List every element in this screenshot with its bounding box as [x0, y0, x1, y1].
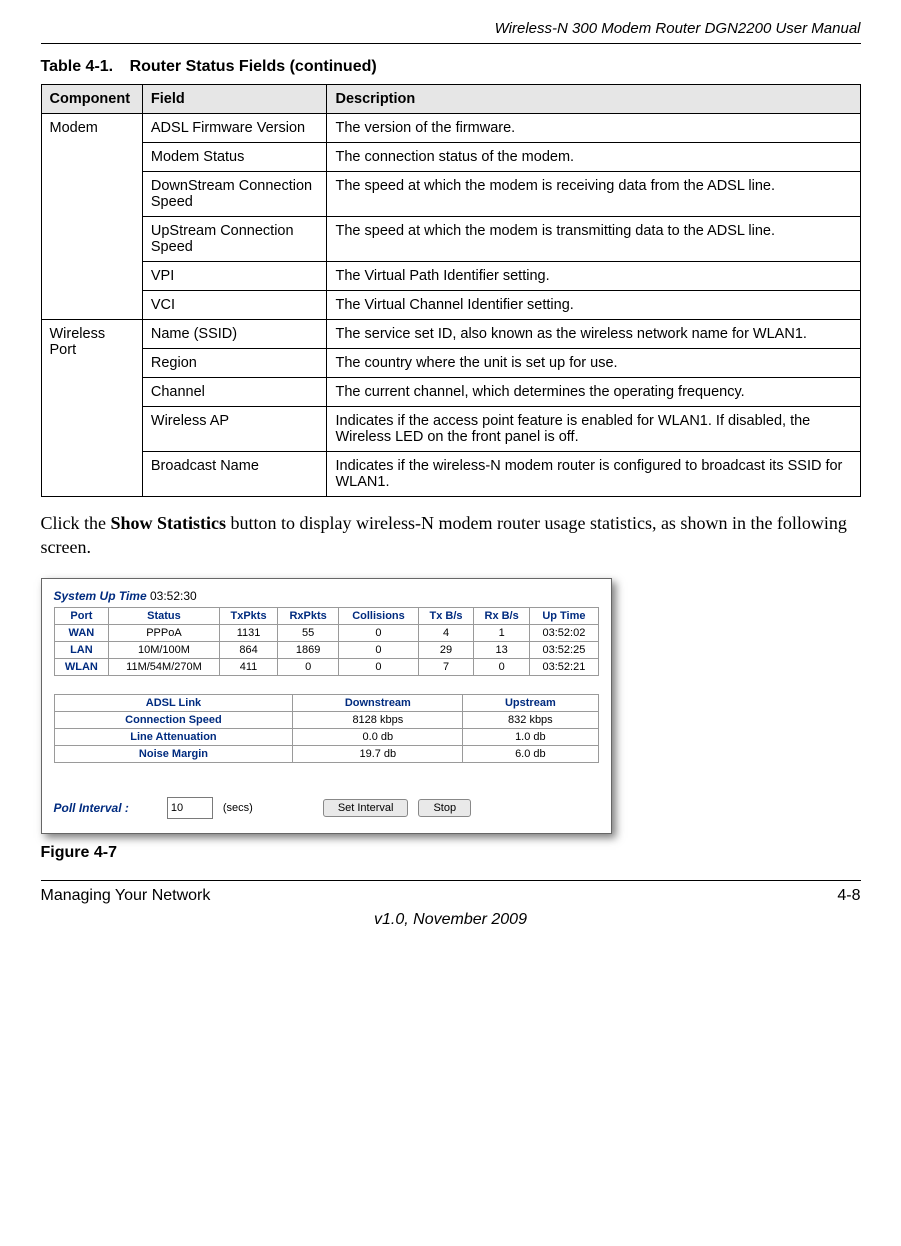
col-component: Component [41, 85, 142, 114]
field: Wireless AP [142, 407, 327, 452]
footer-version: v1.0, November 2009 [41, 911, 861, 929]
h-rxbs: Rx B/s [473, 607, 529, 624]
h-downstream: Downstream [293, 694, 463, 711]
col-description: Description [327, 85, 860, 114]
field: Name (SSID) [142, 320, 327, 349]
h-upstream: Upstream [463, 694, 598, 711]
h-port: Port [54, 607, 109, 624]
desc: The speed at which the modem is receivin… [327, 172, 860, 217]
field: Broadcast Name [142, 452, 327, 497]
statistics-panel: System Up Time 03:52:30 Port Status TxPk… [41, 578, 612, 834]
h-rxpkts: RxPkts [278, 607, 338, 624]
desc: The country where the unit is set up for… [327, 349, 860, 378]
col-field: Field [142, 85, 327, 114]
desc: The service set ID, also known as the wi… [327, 320, 860, 349]
body-paragraph: Click the Show Statistics button to disp… [41, 511, 861, 560]
field: VPI [142, 262, 327, 291]
table-row: Noise Margin 19.7 db 6.0 db [54, 745, 598, 762]
table-row: WAN PPPoA 1131 55 0 4 1 03:52:02 [54, 624, 598, 641]
field: Region [142, 349, 327, 378]
poll-interval-label: Poll Interval : [54, 801, 129, 815]
stop-button[interactable]: Stop [418, 799, 471, 817]
desc: The connection status of the modem. [327, 143, 860, 172]
desc: The speed at which the modem is transmit… [327, 217, 860, 262]
field: ADSL Firmware Version [142, 114, 327, 143]
field: UpStream Connection Speed [142, 217, 327, 262]
traffic-table: Port Status TxPkts RxPkts Collisions Tx … [54, 607, 599, 676]
desc: The Virtual Channel Identifier setting. [327, 291, 860, 320]
component-wireless-port: Wireless Port [41, 320, 142, 497]
adsl-link-table: ADSL Link Downstream Upstream Connection… [54, 694, 599, 763]
desc: The Virtual Path Identifier setting. [327, 262, 860, 291]
status-fields-table: Component Field Description Modem ADSL F… [41, 84, 861, 497]
field: Channel [142, 378, 327, 407]
table-row: LAN 10M/100M 864 1869 0 29 13 03:52:25 [54, 641, 598, 658]
desc: The current channel, which determines th… [327, 378, 860, 407]
table-title: Router Status Fields (continued) [130, 58, 377, 75]
figure-caption: Figure 4-7 [41, 844, 861, 862]
desc: Indicates if the access point feature is… [327, 407, 860, 452]
poll-interval-input[interactable] [167, 797, 213, 819]
poll-interval-secs: (secs) [223, 802, 253, 814]
field: DownStream Connection Speed [142, 172, 327, 217]
h-txpkts: TxPkts [219, 607, 278, 624]
h-collisions: Collisions [338, 607, 418, 624]
field: Modem Status [142, 143, 327, 172]
field: VCI [142, 291, 327, 320]
table-number: Table 4-1. [41, 58, 114, 75]
desc: The version of the firmware. [327, 114, 860, 143]
table-caption: Table 4-1. Router Status Fields (continu… [41, 58, 861, 76]
h-txbs: Tx B/s [419, 607, 474, 624]
h-status: Status [109, 607, 219, 624]
h-uptime: Up Time [530, 607, 598, 624]
poll-interval-row: Poll Interval : (secs) Set Interval Stop [54, 797, 599, 819]
footer: Managing Your Network 4-8 v1.0, November… [41, 880, 861, 929]
table-row: Line Attenuation 0.0 db 1.0 db [54, 728, 598, 745]
h-adsl-link: ADSL Link [54, 694, 293, 711]
system-up-time: System Up Time 03:52:30 [54, 589, 599, 603]
footer-page: 4-8 [837, 887, 860, 905]
footer-section: Managing Your Network [41, 887, 211, 905]
component-modem: Modem [41, 114, 142, 320]
set-interval-button[interactable]: Set Interval [323, 799, 409, 817]
table-row: WLAN 11M/54M/270M 411 0 0 7 0 03:52:21 [54, 658, 598, 675]
table-row: Connection Speed 8128 kbps 832 kbps [54, 711, 598, 728]
desc: Indicates if the wireless-N modem router… [327, 452, 860, 497]
running-header: Wireless-N 300 Modem Router DGN2200 User… [41, 20, 861, 44]
